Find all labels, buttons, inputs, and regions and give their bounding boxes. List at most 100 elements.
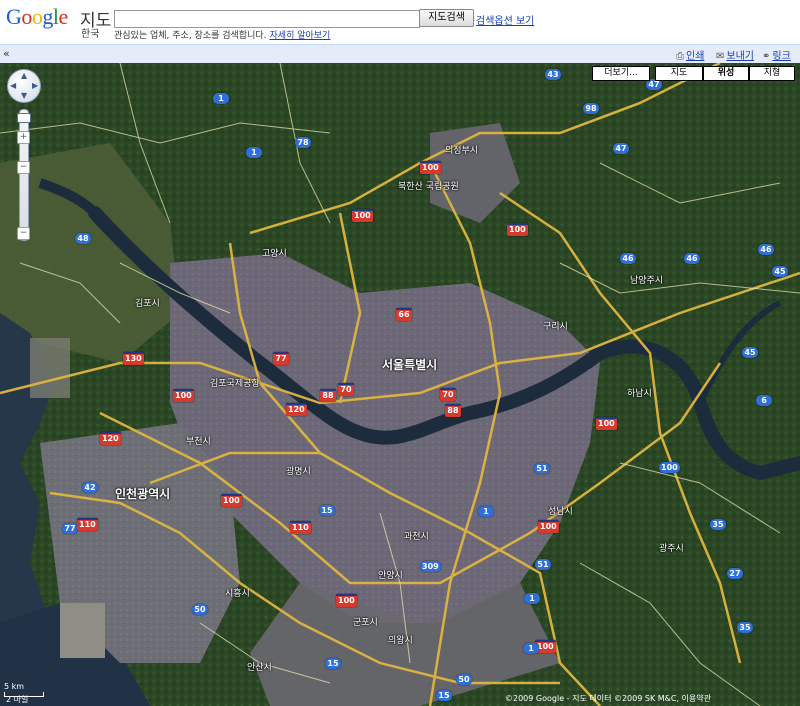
place-label[interactable]: 하남시	[627, 386, 652, 399]
route-shield[interactable]: 100	[336, 594, 357, 607]
route-shield[interactable]: 43	[545, 69, 561, 80]
route-shield[interactable]: 100	[659, 462, 680, 473]
route-shield[interactable]: 46	[684, 253, 700, 264]
route-shield[interactable]: 35	[710, 519, 726, 530]
print-link[interactable]: ⎙ 인쇄	[676, 47, 704, 62]
route-shield[interactable]: 1	[524, 593, 540, 604]
map-type-satellite-button[interactable]: 위성	[703, 66, 749, 81]
zoom-slider-thumb[interactable]	[17, 113, 31, 123]
search-button[interactable]: 지도검색	[419, 9, 474, 27]
route-shield[interactable]: 1	[478, 506, 494, 517]
pan-control[interactable]: ▲ ▼ ◀ ▶	[7, 69, 41, 103]
route-shield[interactable]: 100	[596, 417, 617, 430]
place-label[interactable]: 고양시	[262, 246, 287, 259]
send-label: 보내기	[726, 51, 754, 62]
route-shield[interactable]: 46	[620, 253, 636, 264]
route-shield[interactable]: 100	[507, 223, 528, 236]
route-shield[interactable]: 88	[320, 389, 336, 402]
place-label[interactable]: 과천시	[404, 529, 429, 542]
google-logo[interactable]: Google	[6, 4, 68, 30]
zoom-slider-track[interactable]	[19, 109, 29, 241]
place-label[interactable]: 김포시	[135, 296, 160, 309]
route-shield[interactable]: 6	[756, 395, 772, 406]
route-shield[interactable]: 88	[445, 404, 461, 417]
route-shield[interactable]: 98	[583, 103, 599, 114]
place-label[interactable]: 서울특별시	[382, 356, 437, 373]
route-shield[interactable]: 50	[456, 674, 472, 685]
route-shield[interactable]: 1	[523, 643, 539, 654]
place-label[interactable]: 남양주시	[630, 273, 663, 286]
route-shield[interactable]: 15	[319, 505, 335, 516]
route-shield[interactable]: 45	[772, 266, 788, 277]
route-shield[interactable]: 48	[75, 233, 91, 244]
pan-right-icon[interactable]: ▶	[32, 81, 38, 90]
route-shield[interactable]: 51	[534, 463, 550, 474]
place-label[interactable]: 의정부시	[445, 143, 478, 156]
route-shield[interactable]: 50	[192, 604, 208, 615]
place-label[interactable]: 김포국제공항	[210, 376, 260, 389]
route-shield[interactable]: 66	[396, 308, 412, 321]
place-label[interactable]: 시흥시	[225, 586, 250, 599]
mail-icon: ✉	[716, 51, 725, 62]
logo-letter: o	[31, 4, 43, 29]
route-shield[interactable]: 120	[100, 432, 121, 445]
route-shield[interactable]: 110	[290, 521, 311, 534]
place-label[interactable]: 안산시	[247, 660, 272, 673]
pan-left-icon[interactable]: ◀	[10, 81, 16, 90]
place-label[interactable]: 인천광역시	[115, 485, 170, 502]
link-link[interactable]: ⚭ 링크	[762, 47, 791, 62]
route-shield[interactable]: 15	[325, 658, 341, 669]
route-shield[interactable]: 130	[123, 352, 144, 365]
airport-area	[30, 338, 70, 398]
route-shield[interactable]: 70	[338, 383, 354, 396]
route-shield[interactable]: 1	[213, 93, 229, 104]
map-type-terrain-button[interactable]: 지형	[749, 66, 795, 81]
scale-label-mi: 2 마일	[6, 695, 29, 704]
zoom-out-button-bottom[interactable]: −	[17, 227, 30, 240]
route-shield[interactable]: 120	[286, 403, 307, 416]
route-shield[interactable]: 42	[82, 482, 98, 493]
route-shield[interactable]: 309	[420, 561, 441, 572]
place-label[interactable]: 광주시	[659, 541, 684, 554]
route-shield[interactable]: 100	[420, 161, 441, 174]
learn-more-link[interactable]: 자세히 알아보기	[270, 31, 331, 41]
route-shield[interactable]: 77	[273, 352, 289, 365]
place-label[interactable]: 안양시	[378, 568, 403, 581]
send-link[interactable]: ✉ 보내기	[716, 47, 754, 62]
route-shield[interactable]: 27	[727, 568, 743, 579]
pan-up-icon[interactable]: ▲	[21, 71, 27, 80]
route-shield[interactable]: 100	[352, 209, 373, 222]
route-shield[interactable]: 46	[758, 244, 774, 255]
route-shield[interactable]: 70	[440, 388, 456, 401]
route-shield[interactable]: 47	[613, 143, 629, 154]
route-shield[interactable]: 110	[77, 518, 98, 531]
collapse-panel-button[interactable]: «	[3, 47, 10, 60]
route-shield[interactable]: 35	[737, 622, 753, 633]
place-label[interactable]: 부천시	[186, 434, 211, 447]
place-label[interactable]: 광명시	[286, 464, 311, 477]
search-options-link[interactable]: 검색옵션 보기	[476, 12, 534, 27]
route-shield[interactable]: 15	[436, 690, 452, 701]
logo-letter: g	[42, 4, 53, 29]
route-shield[interactable]: 51	[535, 559, 551, 570]
route-shield[interactable]: 100	[173, 389, 194, 402]
map-type-more-button[interactable]: 더보기...	[592, 66, 650, 81]
zoom-out-button[interactable]: −	[17, 161, 30, 174]
map-canvas[interactable]: 서울특별시 인천광역시 의정부시 고양시 김포시 구리시 남양주시 하남시 광명…	[0, 63, 800, 706]
place-label[interactable]: 구리시	[543, 319, 568, 332]
pan-down-icon[interactable]: ▼	[21, 91, 27, 100]
hint-text: 관심있는 업체, 주소, 장소를 검색합니다.	[114, 31, 267, 41]
map-type-map-button[interactable]: 지도	[655, 66, 703, 81]
search-input[interactable]	[114, 10, 420, 28]
place-label[interactable]: 의왕시	[388, 633, 413, 646]
place-label[interactable]: 성남시	[548, 504, 573, 517]
place-label[interactable]: 군포시	[353, 615, 378, 628]
route-shield[interactable]: 1	[246, 147, 262, 158]
place-label[interactable]: 북한산 국립공원	[398, 179, 459, 192]
zoom-in-button[interactable]: +	[17, 131, 30, 144]
route-shield[interactable]: 45	[742, 347, 758, 358]
route-shield[interactable]: 100	[538, 520, 559, 533]
route-shield[interactable]: 78	[295, 137, 311, 148]
route-shield[interactable]: 100	[221, 494, 242, 507]
route-shield[interactable]: 77	[62, 523, 78, 534]
